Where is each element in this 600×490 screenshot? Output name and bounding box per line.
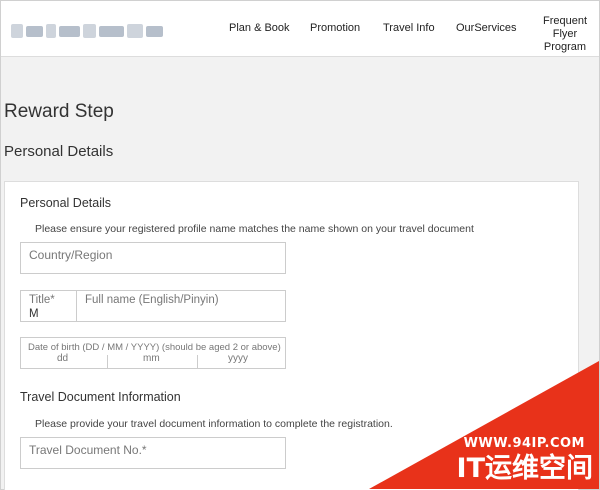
- travel-document-heading: Travel Document Information: [20, 390, 181, 404]
- nav-frequent-flyer-program[interactable]: Frequent Flyer Program: [533, 15, 597, 54]
- nav-travel-info[interactable]: Travel Info: [383, 22, 435, 35]
- nav-promotion[interactable]: Promotion: [310, 22, 360, 35]
- title-label: Title*: [29, 294, 55, 306]
- registration-form-card: Personal Details Please ensure your regi…: [4, 181, 579, 490]
- country-region-field[interactable]: Country/Region: [20, 242, 286, 274]
- country-region-placeholder: Country/Region: [29, 248, 113, 262]
- page-title: Reward Step: [4, 101, 114, 122]
- dob-year-input[interactable]: yyyy: [228, 353, 282, 368]
- dob-year-placeholder: yyyy: [228, 353, 248, 364]
- travel-document-number-placeholder: Travel Document No.*: [29, 443, 147, 457]
- dob-divider: [107, 355, 108, 368]
- site-header: Plan & Book Promotion Travel Info OurSer…: [1, 1, 599, 57]
- name-field-group: Title* M Full name (English/Pinyin): [20, 290, 286, 322]
- dob-day-placeholder: dd: [57, 353, 69, 364]
- personal-details-heading: Personal Details: [20, 196, 112, 210]
- nav-our-services[interactable]: OurServices: [456, 22, 517, 35]
- dob-day-input[interactable]: dd: [57, 353, 105, 368]
- section-title: Personal Details: [4, 143, 114, 160]
- title-value: M: [29, 308, 39, 320]
- personal-details-note: Please ensure your registered profile na…: [35, 223, 474, 235]
- dob-divider: [197, 355, 198, 368]
- main-nav: Plan & Book Promotion Travel Info OurSer…: [1, 1, 599, 57]
- travel-document-note: Please provide your travel document info…: [35, 418, 393, 430]
- title-select[interactable]: Title* M: [21, 291, 76, 321]
- full-name-input[interactable]: Full name (English/Pinyin): [77, 291, 285, 321]
- date-of-birth-field: Date of birth (DD / MM / YYYY) (should b…: [20, 337, 286, 369]
- nav-plan-and-book[interactable]: Plan & Book: [229, 22, 290, 35]
- dob-month-placeholder: mm: [143, 353, 160, 364]
- travel-document-number-field[interactable]: Travel Document No.*: [20, 437, 286, 469]
- full-name-placeholder: Full name (English/Pinyin): [85, 294, 219, 306]
- dob-month-input[interactable]: mm: [143, 353, 193, 368]
